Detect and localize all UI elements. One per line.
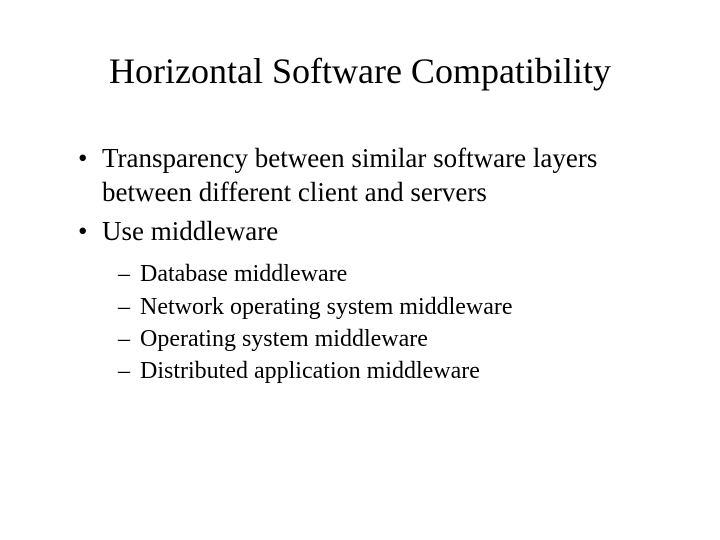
sub-bullet-item: Distributed application middleware [118, 355, 660, 387]
sub-bullet-item: Database middleware [118, 258, 660, 290]
sub-bullet-list: Database middleware Network operating sy… [60, 258, 660, 388]
bullet-item: Transparency between similar software la… [78, 142, 660, 210]
main-bullet-list: Transparency between similar software la… [60, 142, 660, 248]
sub-bullet-item: Network operating system middleware [118, 291, 660, 323]
sub-bullet-item: Operating system middleware [118, 323, 660, 355]
bullet-item: Use middleware [78, 215, 660, 249]
slide-title: Horizontal Software Compatibility [60, 50, 660, 92]
